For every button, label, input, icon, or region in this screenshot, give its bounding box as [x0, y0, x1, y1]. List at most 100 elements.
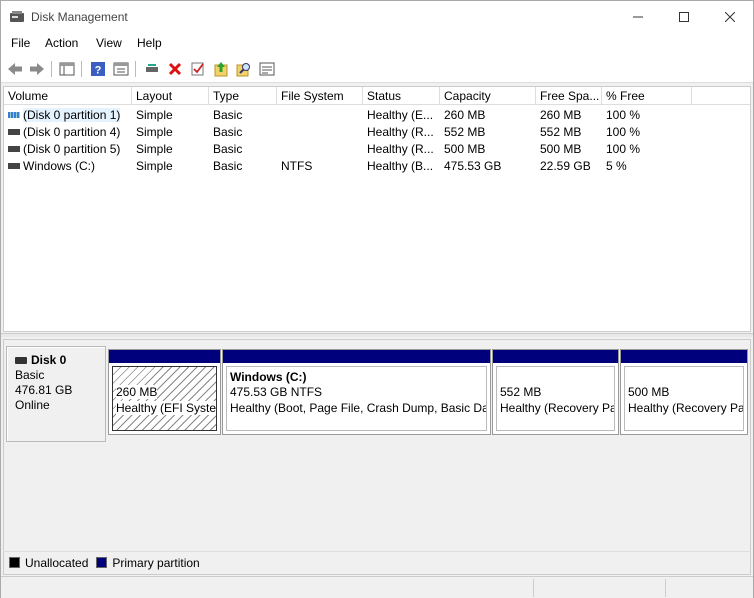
volume-layout: Simple	[136, 125, 173, 139]
partition-status: Healthy (EFI System Partition)	[116, 401, 216, 415]
column-header-percent-free[interactable]: % Free	[602, 87, 692, 105]
volume-layout: Simple	[136, 142, 173, 156]
volume-status: Healthy (R...	[367, 142, 434, 156]
volume-name: Windows (C:)	[23, 159, 96, 173]
svg-text:?: ?	[95, 65, 102, 77]
volume-type: Basic	[213, 125, 243, 139]
volume-row[interactable]: (Disk 0 partition 5) Simple Basic Health…	[4, 141, 750, 158]
volume-file-system	[277, 141, 363, 158]
back-button[interactable]	[5, 59, 25, 79]
partition-recovery-2[interactable]: 500 MB Healthy (Recovery Partition)	[620, 349, 748, 435]
menu-help[interactable]: Help	[137, 36, 162, 50]
volume-file-system	[277, 107, 363, 124]
pane-splitter[interactable]	[1, 333, 753, 337]
legend-swatch-primary	[96, 557, 108, 568]
partition-name: Windows (C:)	[230, 370, 307, 384]
export-button[interactable]	[211, 59, 231, 79]
legend: Unallocated Primary partition	[3, 551, 751, 573]
partition-status: Healthy (Recovery Partition)	[628, 401, 744, 415]
column-header-type[interactable]: Type	[209, 87, 277, 105]
volume-capacity: 552 MB	[444, 125, 486, 139]
maximize-icon	[679, 12, 689, 22]
properties-icon	[113, 62, 129, 76]
search-icon	[236, 63, 250, 77]
forward-button[interactable]	[27, 59, 47, 79]
legend-label-unallocated: Unallocated	[25, 555, 89, 570]
list-icon	[259, 62, 275, 76]
maximize-button[interactable]	[661, 1, 707, 33]
partition-recovery-1[interactable]: 552 MB Healthy (Recovery Partition)	[492, 349, 619, 435]
disk-name: Disk 0	[31, 353, 67, 367]
partition-name	[500, 370, 614, 384]
toolbar-separator	[81, 61, 82, 77]
close-button[interactable]	[707, 1, 753, 33]
menu-action[interactable]: Action	[45, 36, 78, 50]
legend-swatch-unallocated	[9, 557, 20, 568]
volume-layout: Simple	[136, 108, 173, 122]
partition-efi[interactable]: 260 MB Healthy (EFI System Partition)	[108, 349, 221, 435]
volume-icon	[8, 129, 20, 135]
volume-type: Basic	[213, 142, 243, 156]
volume-status: Healthy (R...	[367, 125, 434, 139]
volume-percent-free: 100 %	[606, 108, 641, 122]
search-button[interactable]	[234, 59, 254, 79]
volume-free-space: 260 MB	[540, 108, 582, 122]
back-arrow-icon	[8, 63, 22, 75]
disk-management-window: Disk Management File Action View Help ?	[0, 0, 754, 598]
volume-type: Basic	[213, 159, 243, 173]
disk-size: 476.81 GB	[15, 383, 73, 397]
toolbar: ?	[1, 55, 753, 83]
delete-button[interactable]	[165, 59, 185, 79]
help-icon: ?	[91, 62, 105, 77]
partition-status: Healthy (Boot, Page File, Crash Dump, Ba…	[230, 401, 486, 415]
title-bar[interactable]: Disk Management	[1, 1, 753, 33]
window-title: Disk Management	[31, 10, 128, 24]
column-header-volume[interactable]: Volume	[4, 87, 132, 105]
volume-row[interactable]: (Disk 0 partition 4) Simple Basic Health…	[4, 124, 750, 141]
partition-name	[116, 370, 216, 384]
column-header-status[interactable]: Status	[363, 87, 440, 105]
disk-management-app-icon	[10, 11, 24, 22]
partition-size: 500 MB	[628, 385, 670, 399]
partition-windows[interactable]: Windows (C:) 475.53 GB NTFS Healthy (Boo…	[222, 349, 491, 435]
volume-name: (Disk 0 partition 4)	[23, 125, 121, 139]
volume-free-space: 500 MB	[540, 142, 582, 156]
volume-layout: Simple	[136, 159, 173, 173]
volume-name: (Disk 0 partition 5)	[23, 142, 121, 156]
legend-label-primary: Primary partition	[112, 555, 200, 570]
volume-row[interactable]: Windows (C:) Simple Basic NTFS Healthy (…	[4, 158, 750, 175]
volume-status: Healthy (B...	[367, 159, 434, 173]
menu-view[interactable]: View	[96, 36, 122, 50]
partition-bar	[493, 350, 618, 363]
disk-label[interactable]: Disk 0 Basic 476.81 GB Online	[6, 346, 106, 442]
column-header-capacity[interactable]: Capacity	[440, 87, 536, 105]
check-button[interactable]	[188, 59, 208, 79]
volume-list[interactable]: Volume Layout Type File System Status Ca…	[3, 86, 751, 332]
column-header-free-space[interactable]: Free Spa...	[536, 87, 602, 105]
properties-button[interactable]	[111, 59, 131, 79]
volume-name: (Disk 0 partition 1)	[23, 108, 121, 122]
menu-file[interactable]: File	[11, 36, 30, 50]
list-button[interactable]	[257, 59, 277, 79]
volume-capacity: 500 MB	[444, 142, 486, 156]
status-bar	[1, 576, 753, 598]
connect-button[interactable]	[142, 59, 162, 79]
show-hide-console-tree-icon	[59, 62, 75, 76]
volume-type: Basic	[213, 108, 243, 122]
column-header-file-system[interactable]: File System	[277, 87, 363, 105]
volume-row[interactable]: (Disk 0 partition 1) Simple Basic Health…	[4, 107, 750, 124]
partition-bar	[223, 350, 490, 363]
minimize-button[interactable]	[615, 1, 661, 33]
status-bar-separator	[533, 579, 534, 597]
disk-state: Online	[15, 398, 50, 412]
help-button[interactable]: ?	[88, 59, 108, 79]
column-header-layout[interactable]: Layout	[132, 87, 209, 105]
forward-arrow-icon	[30, 63, 44, 75]
disk-type: Basic	[15, 368, 45, 382]
disk-icon	[15, 356, 27, 364]
disk-graphical-view: Disk 0 Basic 476.81 GB Online 260 MB Hea…	[3, 339, 751, 575]
menu-bar: File Action View Help	[1, 33, 753, 55]
volume-list-header: Volume Layout Type File System Status Ca…	[4, 87, 750, 105]
show-hide-tree-button[interactable]	[57, 59, 77, 79]
close-icon	[725, 12, 735, 22]
